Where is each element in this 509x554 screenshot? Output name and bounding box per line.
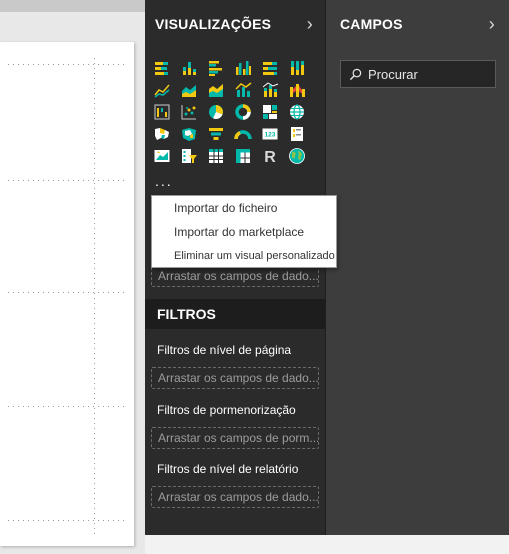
search-input[interactable] (368, 66, 488, 82)
visual-icon-grid: 123 R (151, 57, 308, 167)
drillthrough-filters-dropzone[interactable]: Arrastar os campos de porm... (151, 427, 319, 449)
report-canvas-area (0, 0, 145, 554)
funnel-icon[interactable] (205, 123, 227, 145)
pie-chart-icon[interactable] (205, 101, 227, 123)
chevron-right-icon[interactable]: › (307, 14, 313, 35)
ribbon-chart-icon[interactable] (286, 79, 308, 101)
fields-dropzone[interactable]: Arrastar os campos de dado... (151, 265, 319, 287)
more-visuals-button[interactable]: ... (155, 173, 173, 189)
100-stacked-bar-icon[interactable] (259, 57, 281, 79)
chevron-right-icon[interactable]: › (489, 14, 495, 35)
line-stacked-column-icon[interactable] (259, 79, 281, 101)
line-clustered-column-icon[interactable] (232, 79, 254, 101)
fields-search-box[interactable] (340, 60, 496, 88)
table-icon[interactable] (205, 145, 227, 167)
report-page[interactable] (0, 42, 134, 546)
visualizations-header: VISUALIZAÇÕES › (145, 0, 325, 48)
report-filters-dropzone[interactable]: Arrastar os campos de dado... (151, 486, 319, 508)
menu-item-import-from-marketplace[interactable]: Importar do marketplace (152, 220, 336, 244)
grid-dots (6, 292, 128, 293)
menu-item-remove-custom-visual[interactable]: Eliminar um visual personalizado (152, 244, 336, 268)
r-visual-icon[interactable]: R (259, 145, 281, 167)
shape-map-icon[interactable] (178, 123, 200, 145)
svg-text:R: R (264, 149, 276, 165)
drillthrough-filters-label: Filtros de pormenorização (157, 403, 296, 417)
filters-header: FILTROS (145, 299, 325, 329)
donut-chart-icon[interactable] (232, 101, 254, 123)
filled-map-icon[interactable] (151, 123, 173, 145)
grid-dots (6, 406, 128, 407)
search-icon (349, 68, 362, 80)
100-stacked-column-icon[interactable] (286, 57, 308, 79)
multi-row-card-icon[interactable] (286, 123, 308, 145)
grid-dots (94, 56, 95, 536)
stacked-bar-icon[interactable] (151, 57, 173, 79)
grid-dots (6, 180, 128, 181)
canvas-top-bar (0, 0, 145, 12)
kpi-icon[interactable] (151, 145, 173, 167)
card-icon[interactable]: 123 (259, 123, 281, 145)
scatter-icon[interactable] (178, 101, 200, 123)
stacked-column-icon[interactable] (178, 57, 200, 79)
gauge-icon[interactable] (232, 123, 254, 145)
stacked-area-icon[interactable] (205, 79, 227, 101)
globe-icon[interactable] (286, 145, 308, 167)
menu-item-import-from-file[interactable]: Importar do ficheiro (152, 196, 336, 220)
visualizations-title: VISUALIZAÇÕES (155, 16, 272, 32)
waterfall-icon[interactable] (151, 101, 173, 123)
fields-header: CAMPOS › (326, 0, 509, 48)
report-filters-label: Filtros de nível de relatório (157, 462, 299, 476)
clustered-bar-icon[interactable] (205, 57, 227, 79)
grid-dots (6, 64, 128, 65)
grid-dots (6, 520, 128, 521)
area-chart-icon[interactable] (178, 79, 200, 101)
fields-pane: CAMPOS › (325, 0, 509, 535)
page-filters-label: Filtros de nível de página (157, 343, 292, 357)
map-icon[interactable] (286, 101, 308, 123)
matrix-icon[interactable] (232, 145, 254, 167)
svg-text:123: 123 (265, 132, 276, 139)
custom-visual-context-menu: Importar do ficheiro Importar do marketp… (151, 195, 337, 268)
treemap-icon[interactable] (259, 101, 281, 123)
clustered-column-icon[interactable] (232, 57, 254, 79)
line-chart-icon[interactable] (151, 79, 173, 101)
slicer-icon[interactable] (178, 145, 200, 167)
fields-title: CAMPOS (340, 16, 403, 32)
page-filters-dropzone[interactable]: Arrastar os campos de dado... (151, 367, 319, 389)
bottom-strip (145, 535, 509, 554)
